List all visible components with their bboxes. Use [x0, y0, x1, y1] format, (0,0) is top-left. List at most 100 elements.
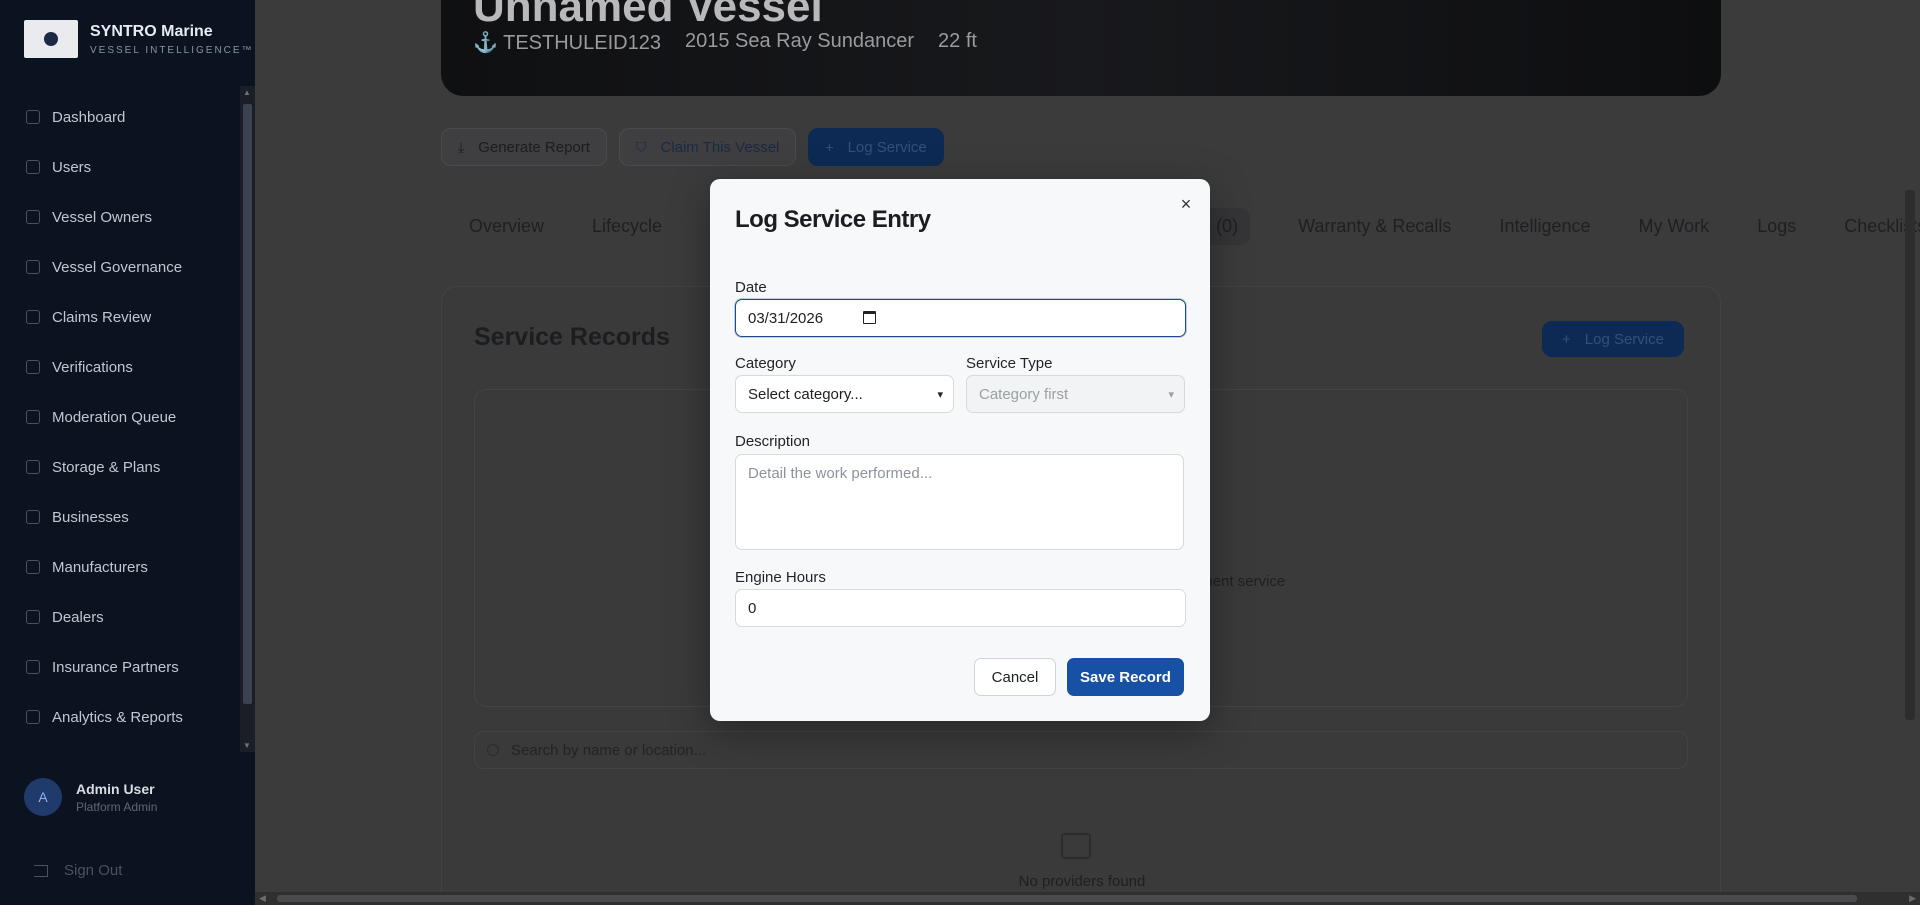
claim-vessel-label: Claim This Vessel [660, 138, 780, 156]
sidebar-item-label: Businesses [52, 508, 129, 526]
sidebar-item-dealers[interactable]: Dealers [0, 592, 240, 642]
log-service-button[interactable]: + Log Service [808, 128, 944, 166]
calendar-icon[interactable] [863, 311, 876, 324]
claim-vessel-button[interactable]: ⛉ Claim This Vessel [618, 128, 797, 166]
log-service-label: Log Service [847, 138, 927, 156]
sidebar-scrollbar[interactable]: ▲ ▼ [240, 86, 255, 752]
brand-name: SYNTRO Marine [90, 22, 213, 40]
sidebar-item-label: Verifications [52, 358, 133, 376]
download-icon: ⤓ [458, 138, 465, 155]
user-role: Platform Admin [76, 799, 158, 814]
brand-subtitle: VESSEL INTELLIGENCE™ [90, 44, 254, 56]
sidebar-nav: Dashboard Users Vessel Owners Vessel Gov… [0, 92, 240, 752]
brand[interactable]: SYNTRO Marine VESSEL INTELLIGENCE™ [24, 20, 254, 58]
generate-report-button[interactable]: ⤓ Generate Report [441, 128, 607, 166]
sidebar-item-label: Dashboard [52, 108, 126, 126]
scroll-right-arrow-icon[interactable]: ▶ [1909, 893, 1916, 904]
save-record-button[interactable]: Save Record [1067, 658, 1184, 696]
tab-lifecycle[interactable]: Lifecycle [592, 216, 662, 237]
sidebar-item-label: Manufacturers [52, 558, 148, 576]
users-icon [26, 160, 40, 174]
shield-icon: ⛉ [635, 138, 647, 155]
sidebar-item-label: Moderation Queue [52, 408, 177, 426]
provider-search-input[interactable]: Search by name or location... [474, 731, 1688, 769]
scroll-left-arrow-icon[interactable]: ◀ [259, 893, 266, 904]
tab-logs[interactable]: Logs [1757, 216, 1796, 237]
service-type-value: Category first [979, 385, 1069, 403]
plus-icon: + [1562, 330, 1571, 348]
sidebar-scroll-thumb[interactable] [243, 104, 252, 704]
vessel-meta: ⚓ TESTHULEID123 2015 Sea Ray Sundancer 2… [473, 30, 977, 55]
close-icon[interactable]: × [1177, 195, 1195, 213]
vessel-length: 22 ft [938, 30, 977, 52]
sidebar-item-moderation-queue[interactable]: Moderation Queue [0, 392, 240, 442]
sidebar-item-vessel-owners[interactable]: Vessel Owners [0, 192, 240, 242]
sidebar-item-storage-plans[interactable]: Storage & Plans [0, 442, 240, 492]
user-profile[interactable]: A Admin User Platform Admin [24, 778, 157, 816]
date-input[interactable]: 03/31/2026 [735, 299, 1186, 337]
search-placeholder: Search by name or location... [511, 741, 707, 759]
date-value: 03/31/2026 [748, 309, 824, 327]
cancel-button[interactable]: Cancel [974, 658, 1056, 696]
engine-hours-input[interactable]: 0 [735, 589, 1186, 627]
building-icon [26, 510, 40, 524]
log-service-modal: × Log Service Entry Date 03/31/2026 Cate… [710, 179, 1210, 721]
sidebar-item-users[interactable]: Users [0, 142, 240, 192]
service-type-select[interactable]: Category first ▾ [966, 375, 1185, 413]
sidebar-item-dashboard[interactable]: Dashboard [0, 92, 240, 142]
sign-out-button[interactable]: Sign Out [34, 862, 122, 879]
shield-icon [26, 360, 40, 374]
sidebar: SYNTRO Marine VESSEL INTELLIGENCE™ Dashb… [0, 0, 255, 905]
tab-overview[interactable]: Overview [469, 216, 544, 237]
horizontal-scroll-thumb[interactable] [277, 895, 1857, 902]
sidebar-item-label: Vessel Governance [52, 258, 183, 276]
anchor-icon [26, 210, 40, 224]
tab-warranty-recalls[interactable]: Warranty & Recalls [1298, 216, 1451, 237]
sidebar-item-manufacturers[interactable]: Manufacturers [0, 542, 240, 592]
logout-icon [34, 864, 48, 877]
action-row: ⤓ Generate Report ⛉ Claim This Vessel + Log… [441, 128, 944, 166]
building-icon [1061, 833, 1091, 859]
description-label: Description [735, 433, 811, 450]
plus-icon: + [825, 139, 834, 155]
scroll-up-arrow-icon[interactable]: ▲ [243, 88, 251, 97]
sidebar-item-insurance-partners[interactable]: Insurance Partners [0, 642, 240, 692]
database-icon [26, 460, 40, 474]
sidebar-item-label: Analytics & Reports [52, 708, 183, 726]
tab-my-work[interactable]: My Work [1639, 216, 1710, 237]
brand-logo [24, 20, 78, 58]
vessel-hero: Unnamed Vessel ⚓ TESTHULEID123 2015 Sea … [441, 0, 1721, 96]
sidebar-item-businesses[interactable]: Businesses [0, 492, 240, 542]
tab-intelligence[interactable]: Intelligence [1499, 216, 1590, 237]
panel-log-service-label: Log Service [1584, 330, 1664, 348]
sidebar-item-verifications[interactable]: Verifications [0, 342, 240, 392]
category-value: Select category... [748, 385, 863, 403]
sidebar-item-analytics-reports[interactable]: Analytics & Reports [0, 692, 240, 742]
panel-log-service-button[interactable]: + Log Service [1542, 321, 1684, 357]
sidebar-item-claims-review[interactable]: Claims Review [0, 292, 240, 342]
hull-id: ⚓ TESTHULEID123 [473, 30, 661, 55]
panel-title: Service Records [474, 323, 670, 351]
sign-out-label: Sign Out [64, 862, 123, 879]
sidebar-item-label: Users [52, 158, 92, 176]
sidebar-item-label: Dealers [52, 608, 104, 626]
chevron-down-icon: ▾ [1168, 388, 1174, 401]
anchor-icon: ⚓ [473, 32, 504, 54]
file-icon [26, 310, 40, 324]
flag-icon [26, 410, 40, 424]
description-textarea[interactable]: Detail the work performed... [735, 454, 1184, 550]
chevron-down-icon: ▾ [937, 388, 943, 401]
category-select[interactable]: Select category... ▾ [735, 375, 954, 413]
engine-hours-value: 0 [748, 599, 757, 617]
modal-title: Log Service Entry [735, 206, 931, 233]
main-scrollbar[interactable] [1905, 190, 1915, 720]
sidebar-item-vessel-governance[interactable]: Vessel Governance [0, 242, 240, 292]
avatar: A [24, 778, 62, 816]
sidebar-item-label: Claims Review [52, 308, 152, 326]
generate-report-label: Generate Report [478, 138, 590, 156]
horizontal-scrollbar[interactable]: ◀ ▶ [255, 892, 1920, 905]
sidebar-item-label: Storage & Plans [52, 458, 161, 476]
description-placeholder: Detail the work performed... [748, 465, 933, 482]
scroll-down-arrow-icon[interactable]: ▼ [243, 741, 251, 750]
user-name: Admin User [76, 780, 155, 797]
